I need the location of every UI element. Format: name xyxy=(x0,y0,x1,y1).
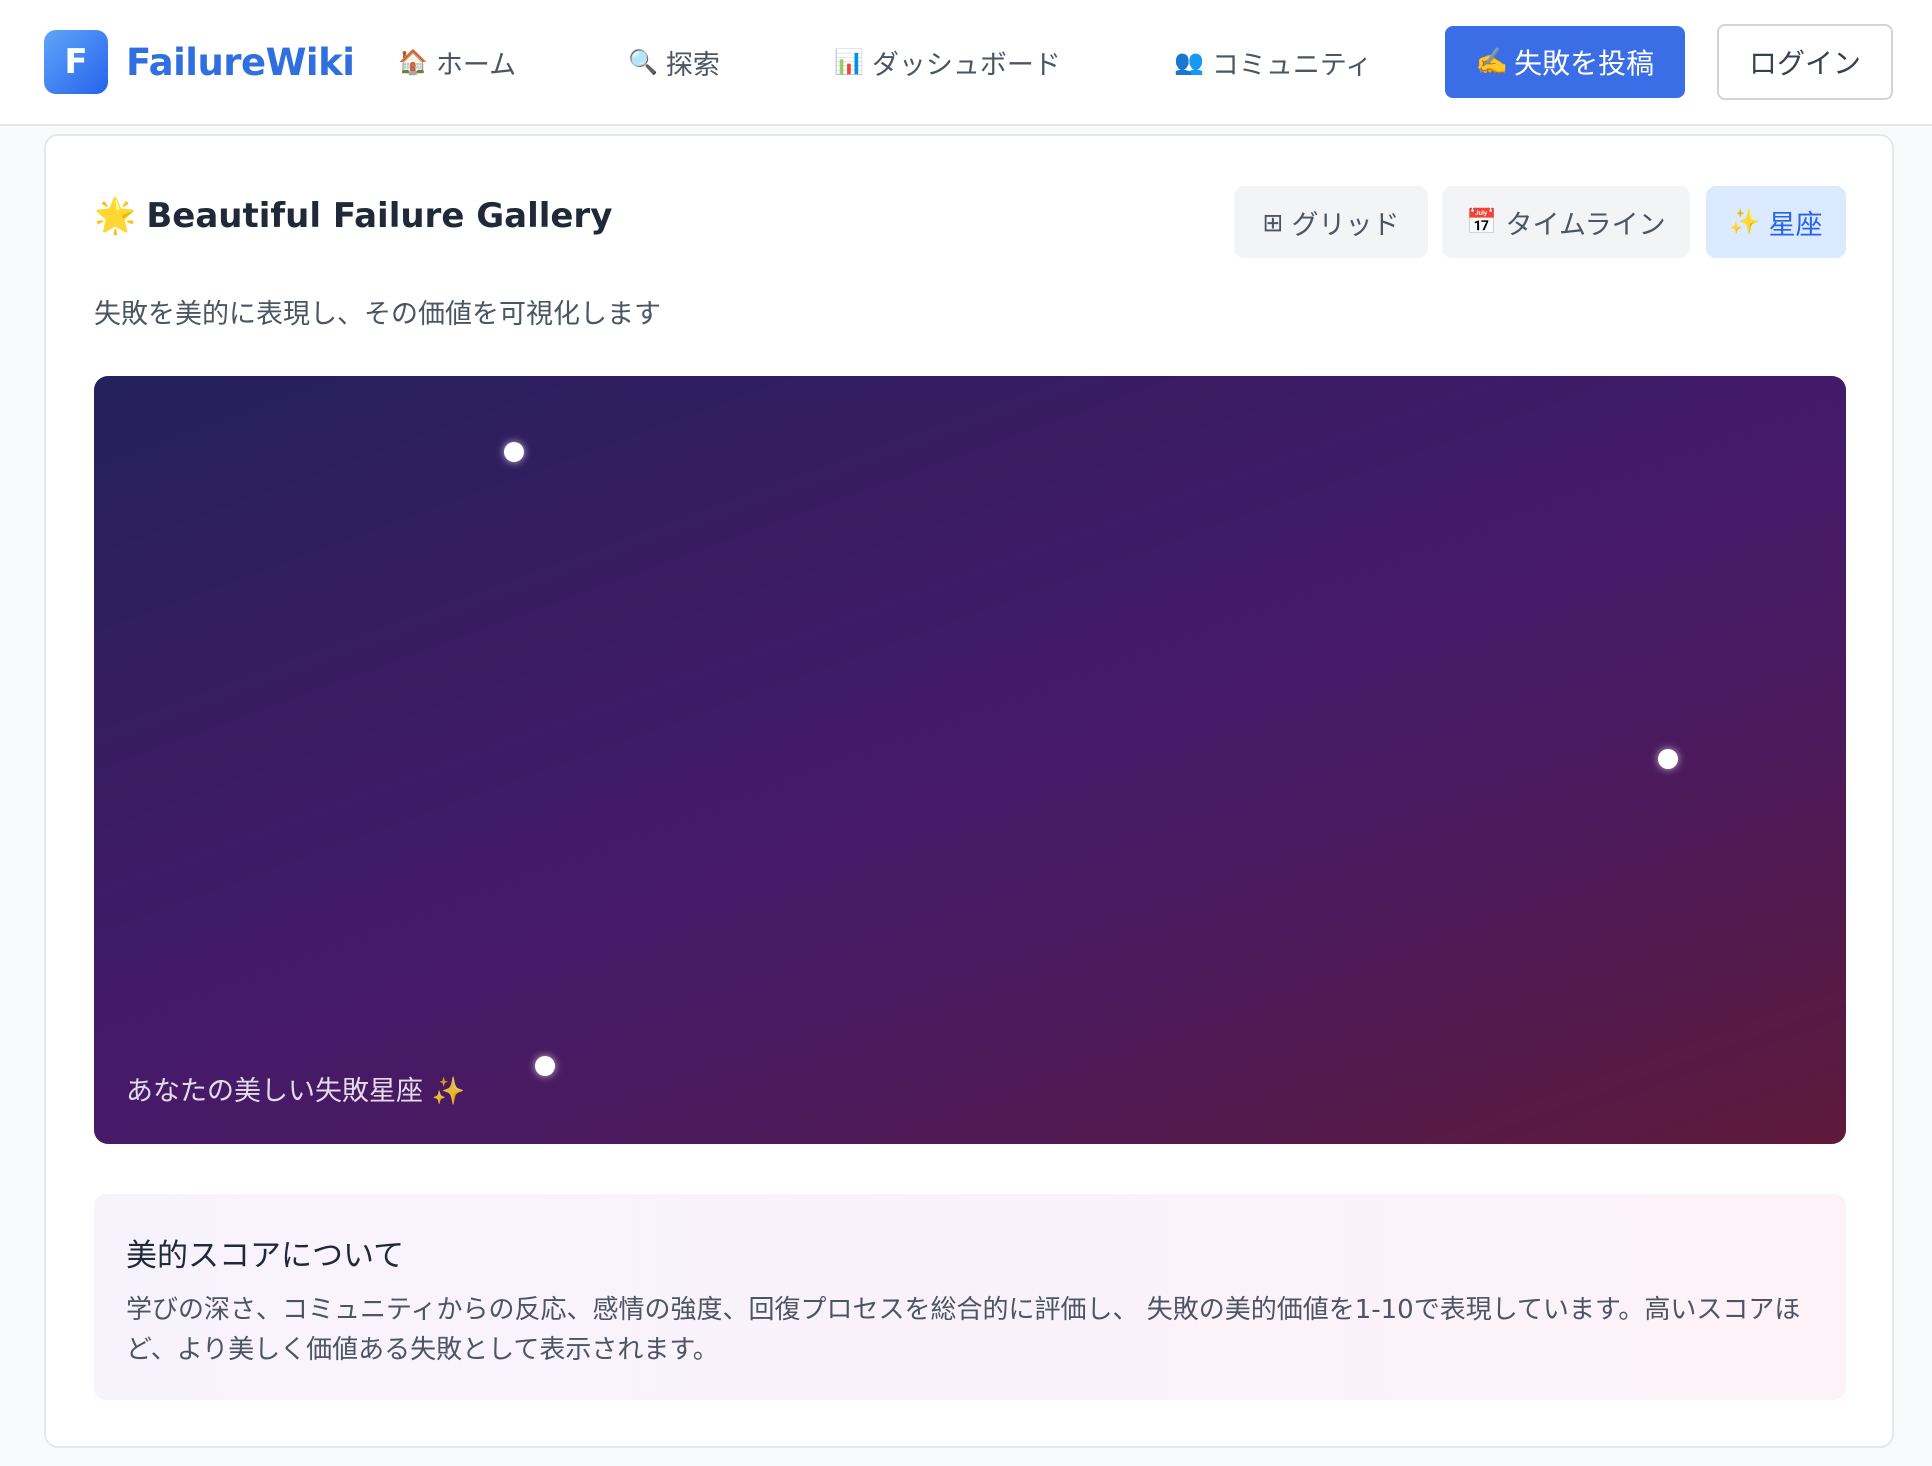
glowing-star-icon: 🌟 xyxy=(94,196,137,236)
failure-star[interactable] xyxy=(1658,749,1678,769)
nav-dashboard[interactable]: 📊 ダッシュボード xyxy=(834,38,1061,86)
writing-hand-icon: ✍️ xyxy=(1475,47,1509,77)
people-icon: 👥 xyxy=(1174,48,1204,76)
post-failure-button[interactable]: ✍️ 失敗を投稿 xyxy=(1445,26,1685,98)
search-icon: 🔍 xyxy=(628,48,658,76)
page-title-text: Beautiful Failure Gallery xyxy=(146,196,613,236)
failure-star[interactable] xyxy=(504,442,524,462)
logo-mark: F xyxy=(44,30,108,94)
page-subtitle: 失敗を美的に表現し、その価値を可視化します xyxy=(94,299,661,330)
page-title: 🌟 Beautiful Failure Gallery xyxy=(94,196,612,236)
view-constellation-label: 星座 xyxy=(1768,209,1823,241)
top-navigation-bar: F FailureWiki 🏠 ホーム 🔍 探索 📊 ダッシュボード 👥 コミュ… xyxy=(0,0,1932,126)
login-button[interactable]: ログイン xyxy=(1717,24,1893,100)
logo[interactable]: F FailureWiki xyxy=(44,30,355,94)
nav-community[interactable]: 👥 コミュニティ xyxy=(1174,38,1372,86)
sparkles-icon: ✨ xyxy=(1729,207,1761,236)
nav-explore[interactable]: 🔍 探索 xyxy=(628,38,720,86)
bar-chart-icon: 📊 xyxy=(834,48,864,76)
nav-home-label: ホーム xyxy=(435,49,517,81)
view-grid-label: グリッド xyxy=(1291,209,1400,241)
nav-community-label: コミュニティ xyxy=(1211,49,1373,81)
constellation-canvas: あなたの美しい失敗星座 ✨ xyxy=(94,376,1846,1144)
aesthetic-score-info: 美的スコアについて 学びの深さ、コミュニティからの反応、感情の強度、回復プロセス… xyxy=(94,1194,1846,1400)
grid-icon: ⊞ xyxy=(1262,207,1284,237)
nav-explore-label: 探索 xyxy=(665,49,720,81)
nav-dashboard-label: ダッシュボード xyxy=(871,49,1061,81)
view-timeline-label: タイムライン xyxy=(1505,209,1666,241)
post-failure-label: 失敗を投稿 xyxy=(1514,47,1655,80)
nav-home[interactable]: 🏠 ホーム xyxy=(398,38,516,86)
gallery-card: 🌟 Beautiful Failure Gallery ⊞ グリッド 📅 タイム… xyxy=(44,134,1894,1448)
info-title: 美的スコアについて xyxy=(126,1238,405,1274)
info-body: 学びの深さ、コミュニティからの反応、感情の強度、回復プロセスを総合的に評価し、 … xyxy=(126,1295,1801,1365)
view-timeline-button[interactable]: 📅 タイムライン xyxy=(1442,186,1690,258)
failure-star[interactable] xyxy=(535,1056,555,1076)
calendar-icon: 📅 xyxy=(1466,207,1498,236)
view-grid-button[interactable]: ⊞ グリッド xyxy=(1234,186,1428,258)
constellation-caption: あなたの美しい失敗星座 ✨ xyxy=(126,1076,466,1107)
view-constellation-button[interactable]: ✨ 星座 xyxy=(1706,186,1846,258)
home-icon: 🏠 xyxy=(398,48,428,76)
logo-text: FailureWiki xyxy=(126,40,355,84)
